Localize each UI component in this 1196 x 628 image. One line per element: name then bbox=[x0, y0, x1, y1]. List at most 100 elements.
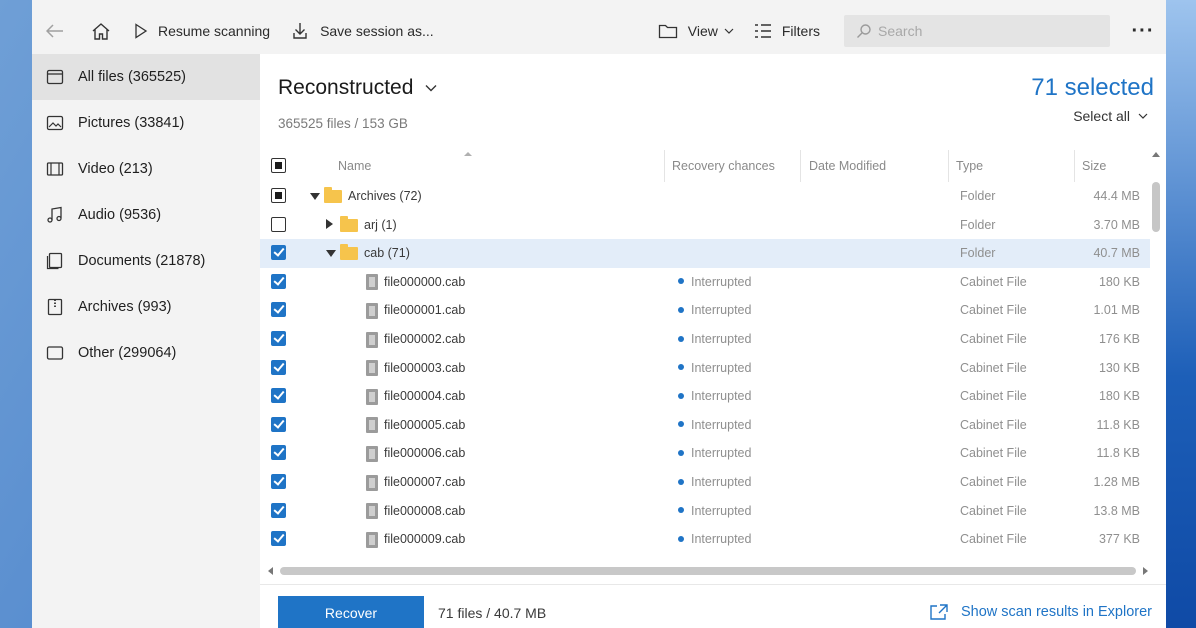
recovery-chance-cell: Interrupted bbox=[678, 525, 751, 554]
table-row[interactable]: file000005.cab Interrupted Cabinet File 11.… bbox=[260, 411, 1150, 440]
desktop-wallpaper bbox=[1166, 0, 1196, 628]
file-type: Cabinet File bbox=[960, 274, 1027, 289]
row-checkbox[interactable] bbox=[271, 273, 286, 289]
sidebar-item-audio[interactable]: Audio (9536) bbox=[32, 192, 260, 238]
scroll-thumb[interactable] bbox=[280, 567, 1136, 575]
resume-scanning-button[interactable]: Resume scanning bbox=[124, 8, 280, 54]
row-checkbox[interactable] bbox=[271, 473, 286, 489]
scroll-thumb[interactable] bbox=[1152, 182, 1160, 232]
file-size: 1.28 MB bbox=[1093, 474, 1140, 489]
status-dot-icon bbox=[678, 450, 684, 457]
scroll-left-icon[interactable] bbox=[268, 567, 273, 575]
status-dot-icon bbox=[678, 392, 684, 399]
sidebar-item-label: All files (365525) bbox=[78, 69, 186, 85]
back-button[interactable] bbox=[32, 8, 78, 54]
file-type: Folder bbox=[960, 217, 996, 232]
file-name: file000007.cab bbox=[384, 474, 466, 489]
home-button[interactable] bbox=[78, 8, 124, 54]
download-icon bbox=[293, 23, 307, 39]
expand-arrow-icon[interactable] bbox=[326, 211, 333, 240]
file-name: file000005.cab bbox=[384, 417, 466, 432]
other-icon bbox=[46, 346, 64, 360]
horizontal-scrollbar[interactable] bbox=[268, 562, 1148, 578]
location-dropdown[interactable]: Reconstructed bbox=[278, 76, 437, 100]
video-icon bbox=[46, 162, 64, 176]
sidebar-item-archives[interactable]: Archives (993) bbox=[32, 284, 260, 330]
row-checkbox[interactable] bbox=[271, 502, 286, 518]
vertical-scrollbar[interactable] bbox=[1150, 150, 1162, 570]
filters-button[interactable]: Filters bbox=[744, 8, 830, 54]
table-row[interactable]: file000009.cab Interrupted Cabinet File 377… bbox=[260, 525, 1150, 554]
sidebar-item-video[interactable]: Video (213) bbox=[32, 146, 260, 192]
row-checkbox[interactable] bbox=[271, 302, 286, 318]
column-header-name[interactable]: Name bbox=[338, 150, 371, 182]
file-size: 11.8 KB bbox=[1096, 417, 1140, 432]
table-row[interactable]: file000003.cab Interrupted Cabinet File 130… bbox=[260, 354, 1150, 383]
view-button[interactable]: View bbox=[648, 8, 744, 54]
table-row[interactable]: file000006.cab Interrupted Cabinet File 11.… bbox=[260, 439, 1150, 468]
file-type: Cabinet File bbox=[960, 417, 1027, 432]
sidebar-item-documents[interactable]: Documents (21878) bbox=[32, 238, 260, 284]
file-name: file000004.cab bbox=[384, 389, 466, 404]
row-checkbox[interactable] bbox=[271, 416, 286, 432]
table-row[interactable]: file000008.cab Interrupted Cabinet File 13.… bbox=[260, 497, 1150, 526]
recover-button[interactable]: Recover bbox=[278, 596, 424, 628]
collapse-arrow-icon[interactable] bbox=[310, 182, 320, 211]
table-row[interactable]: arj (1) Folder 3.70 MB bbox=[260, 211, 1150, 240]
sidebar-item-pictures[interactable]: Pictures (33841) bbox=[32, 100, 260, 146]
sidebar-item-other[interactable]: Other (299064) bbox=[32, 330, 260, 376]
scroll-up-icon[interactable] bbox=[1152, 152, 1160, 157]
file-name: file000000.cab bbox=[384, 274, 466, 289]
sidebar-item-all-files[interactable]: All files (365525) bbox=[32, 54, 260, 100]
cabinet-file-icon bbox=[366, 325, 378, 354]
select-all-checkbox[interactable] bbox=[271, 158, 286, 173]
archive-icon bbox=[47, 298, 63, 316]
column-header-date[interactable]: Date Modified bbox=[809, 150, 886, 182]
row-checkbox[interactable] bbox=[271, 531, 286, 547]
table-row[interactable]: file000002.cab Interrupted Cabinet File 176… bbox=[260, 325, 1150, 354]
select-all-dropdown[interactable]: Select all bbox=[1073, 108, 1148, 124]
column-header-type[interactable]: Type bbox=[956, 150, 983, 182]
scroll-right-icon[interactable] bbox=[1143, 567, 1148, 575]
file-name: file000006.cab bbox=[384, 446, 466, 461]
main-panel: Reconstructed 365525 files / 153 GB 71 s… bbox=[260, 54, 1166, 628]
show-in-explorer-link[interactable]: Show scan results in Explorer bbox=[929, 603, 1152, 621]
collapse-arrow-icon[interactable] bbox=[326, 239, 336, 268]
file-type: Cabinet File bbox=[960, 532, 1027, 547]
search-box[interactable]: Search bbox=[844, 15, 1110, 47]
table-row[interactable]: file000007.cab Interrupted Cabinet File 1.2… bbox=[260, 468, 1150, 497]
row-checkbox[interactable] bbox=[271, 245, 286, 261]
row-checkbox[interactable] bbox=[271, 330, 286, 346]
cabinet-file-icon bbox=[366, 354, 378, 383]
row-checkbox[interactable] bbox=[271, 445, 286, 461]
table-row[interactable]: file000001.cab Interrupted Cabinet File 1.0… bbox=[260, 296, 1150, 325]
recovery-chance: Interrupted bbox=[691, 503, 752, 518]
recovery-chance: Interrupted bbox=[691, 532, 752, 547]
chevron-down-icon bbox=[1138, 113, 1148, 119]
file-type: Folder bbox=[960, 189, 996, 203]
file-type: Cabinet File bbox=[960, 446, 1027, 461]
column-header-size[interactable]: Size bbox=[1082, 150, 1106, 182]
cabinet-file-icon bbox=[366, 296, 378, 325]
selected-count: 71 selected bbox=[1031, 74, 1154, 101]
table-row[interactable]: file000000.cab Interrupted Cabinet File 180… bbox=[260, 268, 1150, 297]
row-checkbox[interactable] bbox=[271, 359, 286, 375]
music-icon bbox=[47, 206, 62, 223]
toolbar: Resume scanning Save session as... View … bbox=[32, 8, 1166, 54]
folder-icon bbox=[324, 182, 342, 211]
more-options-button[interactable]: ··· bbox=[1120, 8, 1166, 54]
cabinet-file-icon bbox=[366, 382, 378, 411]
row-checkbox[interactable] bbox=[271, 188, 286, 203]
recovery-chance: Interrupted bbox=[691, 474, 752, 489]
save-session-button[interactable]: Save session as... bbox=[280, 8, 444, 54]
table-row[interactable]: file000004.cab Interrupted Cabinet File 180… bbox=[260, 382, 1150, 411]
table-row[interactable]: cab (71) Folder 40.7 MB bbox=[260, 239, 1150, 268]
file-table: Name Recovery chances Date Modified Type… bbox=[260, 150, 1166, 570]
sidebar-item-label: Other (299064) bbox=[78, 345, 177, 361]
file-type: Cabinet File bbox=[960, 303, 1027, 318]
column-header-recovery[interactable]: Recovery chances bbox=[672, 150, 775, 182]
table-row[interactable]: Archives (72) Folder 44.4 MB bbox=[260, 182, 1150, 211]
row-checkbox[interactable] bbox=[271, 388, 286, 404]
selection-summary: 71 files / 40.7 MB bbox=[438, 605, 547, 621]
row-checkbox[interactable] bbox=[271, 216, 286, 232]
